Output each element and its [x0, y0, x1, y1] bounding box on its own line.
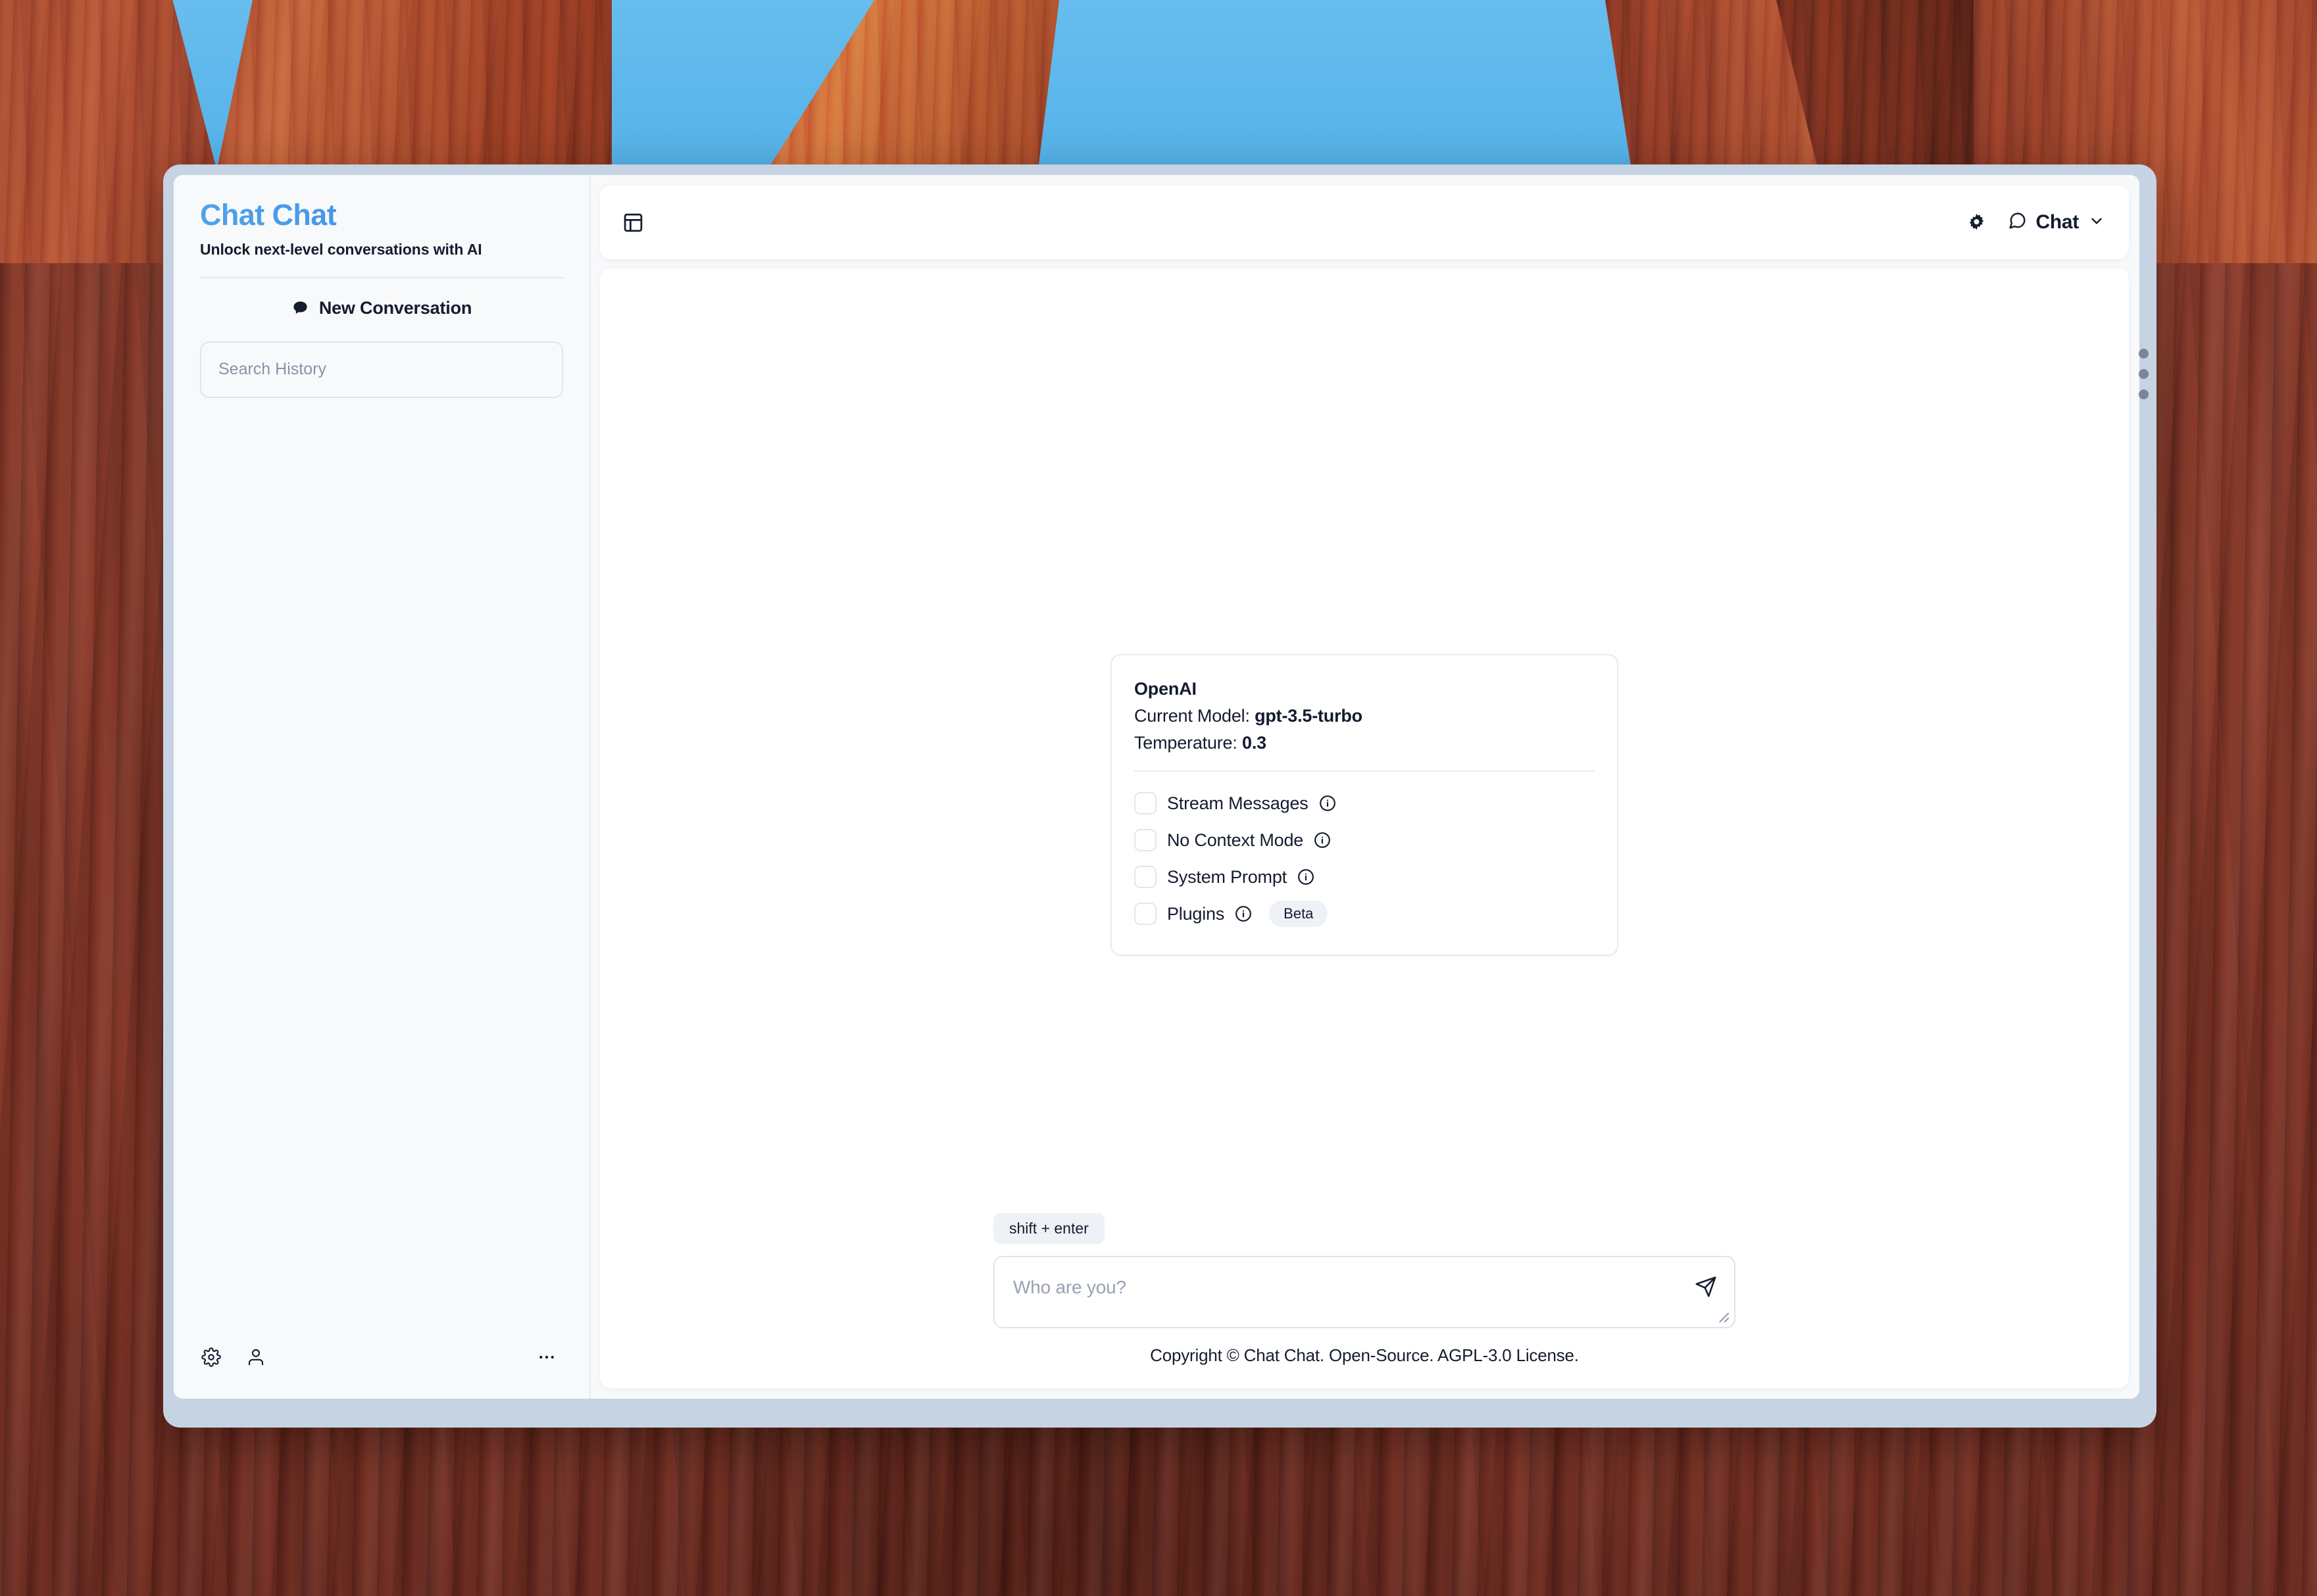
sidebar-footer	[174, 1316, 589, 1399]
model-settings-card: OpenAI Current Model: gpt-3.5-turbo Temp…	[1110, 654, 1618, 956]
info-icon[interactable]	[1314, 832, 1331, 849]
conversation-history-list	[174, 398, 589, 1316]
current-model-key: Current Model:	[1134, 706, 1250, 726]
new-conversation-label: New Conversation	[318, 297, 472, 318]
stream-messages-checkbox[interactable]	[1134, 792, 1157, 814]
settings-divider	[1134, 770, 1595, 772]
new-conversation-button[interactable]: New Conversation	[174, 298, 589, 318]
app-tagline: Unlock next-level conversations with AI	[200, 240, 482, 258]
app-title: Chat Chat	[200, 199, 563, 232]
topbar-actions: Chat	[1966, 211, 2105, 234]
system-prompt-checkbox[interactable]	[1134, 866, 1157, 888]
temperature-value: 0.3	[1242, 733, 1266, 753]
layout-panel-icon[interactable]	[622, 212, 644, 234]
app-shell: Chat Chat Unlock next-level conversation…	[174, 175, 2139, 1399]
composer-area: shift + enter Copyrigh	[993, 1213, 1735, 1366]
sidebar-header: Chat Chat Unlock next-level conversation…	[174, 175, 589, 259]
plugins-checkbox[interactable]	[1134, 903, 1157, 925]
no-context-mode-checkbox[interactable]	[1134, 829, 1157, 851]
current-model-row: Current Model: gpt-3.5-turbo	[1134, 706, 1595, 726]
option-label: System Prompt	[1167, 866, 1287, 887]
option-label: No Context Mode	[1167, 830, 1304, 850]
window-resize-handle[interactable]	[2138, 349, 2149, 399]
top-bar: Chat	[600, 186, 2129, 259]
option-label: Stream Messages	[1167, 793, 1308, 813]
user-icon[interactable]	[246, 1347, 266, 1367]
main-area: Chat OpenAI Current Model: gpt-3.5-turbo…	[591, 175, 2139, 1399]
current-model-value: gpt-3.5-turbo	[1255, 706, 1362, 726]
chat-bubble-icon	[2008, 211, 2027, 234]
gear-filled-icon[interactable]	[1966, 212, 1987, 233]
option-system-prompt[interactable]: System Prompt	[1134, 859, 1595, 895]
sidebar-divider	[200, 276, 563, 278]
message-input[interactable]	[995, 1257, 1734, 1327]
provider-name: OpenAI	[1134, 679, 1197, 699]
gear-icon[interactable]	[201, 1347, 221, 1367]
mode-switcher[interactable]: Chat	[2008, 211, 2105, 234]
option-stream-messages[interactable]: Stream Messages	[1134, 785, 1595, 822]
info-icon[interactable]	[1235, 905, 1252, 922]
conversation-panel: OpenAI Current Model: gpt-3.5-turbo Temp…	[600, 268, 2129, 1388]
temperature-key: Temperature:	[1134, 733, 1237, 753]
message-composer	[993, 1256, 1735, 1328]
sidebar: Chat Chat Unlock next-level conversation…	[174, 175, 591, 1399]
info-icon[interactable]	[1297, 868, 1314, 885]
search-history-input[interactable]	[200, 341, 563, 398]
send-icon[interactable]	[1695, 1276, 1717, 1298]
copyright-notice: Copyright © Chat Chat. Open-Source. AGPL…	[1150, 1345, 1579, 1365]
more-horizontal-icon[interactable]	[537, 1347, 557, 1367]
chat-bubble-icon	[291, 299, 309, 317]
info-icon[interactable]	[1319, 795, 1336, 812]
chevron-down-icon[interactable]	[2088, 212, 2105, 233]
mode-label: Chat	[2035, 211, 2080, 233]
shortcut-hint-badge: shift + enter	[993, 1213, 1105, 1244]
option-no-context-mode[interactable]: No Context Mode	[1134, 822, 1595, 859]
option-label: Plugins	[1167, 903, 1225, 924]
beta-badge: Beta	[1269, 901, 1328, 927]
app-window: Chat Chat Unlock next-level conversation…	[163, 164, 2156, 1428]
option-plugins[interactable]: Plugins Beta	[1134, 895, 1595, 932]
temperature-row: Temperature: 0.3	[1134, 733, 1595, 753]
options-list: Stream Messages No Context Mode System P…	[1134, 785, 1595, 932]
